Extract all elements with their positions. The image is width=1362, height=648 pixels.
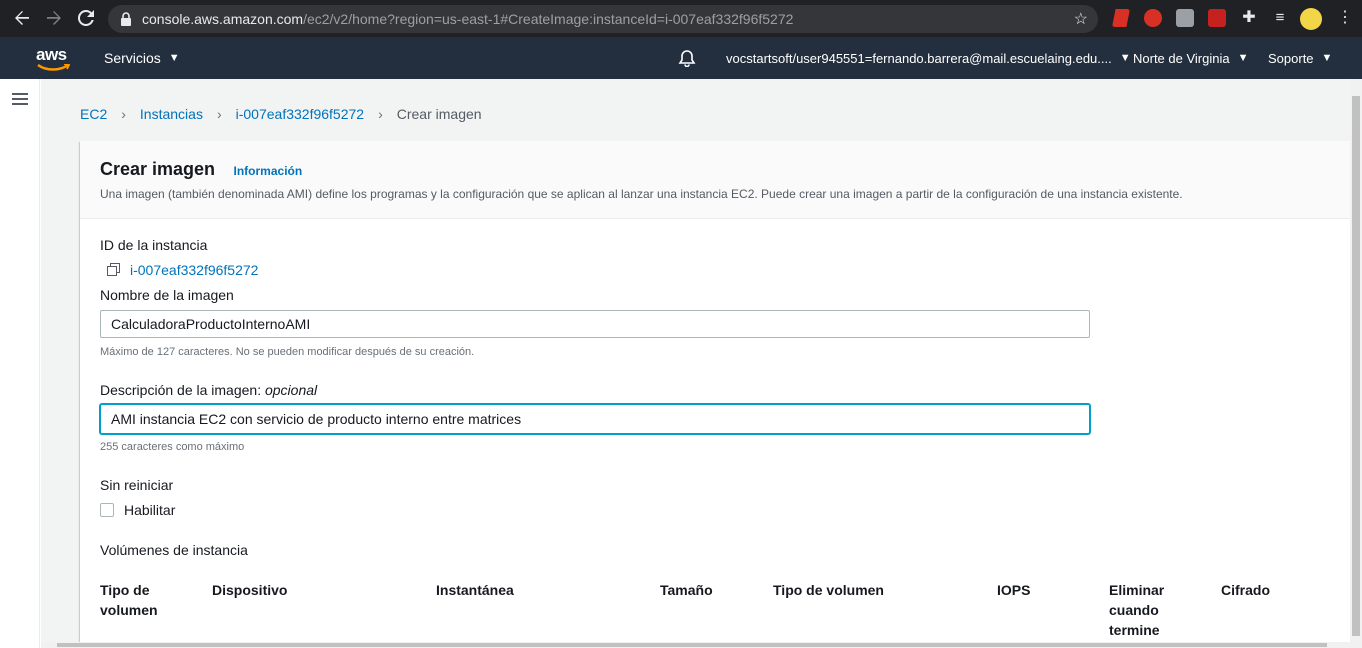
volumes-label: Volúmenes de instancia — [100, 542, 248, 558]
address-bar[interactable]: console.aws.amazon.com/ec2/v2/home?regio… — [108, 5, 1098, 33]
panel-header: Crear imagen Información Una imagen (tam… — [80, 141, 1350, 219]
description-input[interactable] — [100, 404, 1090, 434]
side-navigation-rail — [0, 79, 40, 648]
breadcrumb-instances[interactable]: Instancias — [140, 106, 203, 122]
no-reboot-checkbox-row[interactable]: Habilitar — [100, 502, 175, 518]
instance-id-row: i-007eaf332f96f5272 — [107, 262, 258, 278]
vertical-scrollbar[interactable] — [1350, 79, 1362, 648]
breadcrumb-ec2[interactable]: EC2 — [80, 106, 107, 122]
column-header-snapshot: Instantánea — [436, 582, 514, 598]
browser-toolbar: console.aws.amazon.com/ec2/v2/home?regio… — [0, 0, 1362, 37]
support-menu[interactable]: Soporte ▼ — [1268, 37, 1332, 79]
no-reboot-checkbox[interactable] — [100, 503, 114, 517]
page-description: Una imagen (también denominada AMI) defi… — [100, 187, 1183, 201]
column-header-encrypted: Cifrado — [1221, 582, 1270, 598]
description-label: Descripción de la imagen: opcional — [100, 382, 318, 398]
description-hint: 255 caracteres como máximo — [100, 441, 245, 453]
column-header-volume-type: Tipo de volumen — [100, 582, 158, 618]
extensions-icon[interactable]: ✚ — [1240, 9, 1258, 27]
breadcrumb: EC2 › Instancias › i-007eaf332f96f5272 ›… — [80, 106, 482, 122]
extension-icon[interactable] — [1176, 9, 1194, 27]
bell-icon[interactable] — [678, 37, 696, 79]
no-reboot-label: Sin reiniciar — [100, 477, 174, 493]
caret-down-icon: ▼ — [1119, 52, 1131, 64]
account-menu[interactable]: vocstartsoft/user945551=fernando.barrera… — [726, 37, 1131, 79]
horizontal-scrollbar[interactable] — [41, 642, 1350, 648]
chevron-right-icon: › — [378, 106, 383, 122]
instance-id-link[interactable]: i-007eaf332f96f5272 — [130, 262, 258, 278]
vertical-scroll-thumb[interactable] — [1352, 96, 1360, 636]
aws-top-nav: aws Servicios ▼ vocstartsoft/user945551=f… — [0, 37, 1362, 79]
region-menu[interactable]: Norte de Virginia ▼ — [1133, 37, 1248, 79]
image-name-label: Nombre de la imagen — [100, 287, 234, 303]
chevron-right-icon: › — [121, 106, 126, 122]
caret-down-icon: ▼ — [1321, 52, 1333, 64]
forward-icon[interactable] — [39, 3, 69, 33]
media-icon[interactable]: ≡ — [1271, 9, 1289, 27]
create-image-panel: Crear imagen Información Una imagen (tam… — [80, 141, 1350, 648]
image-name-input[interactable] — [100, 310, 1090, 338]
lock-icon — [121, 12, 131, 26]
services-menu[interactable]: Servicios ▼ — [104, 37, 180, 79]
column-header-volume-type-2: Tipo de volumen — [773, 582, 884, 598]
extension-icon[interactable] — [1208, 9, 1226, 27]
info-link[interactable]: Información — [234, 164, 303, 178]
aws-logo[interactable]: aws — [36, 45, 72, 71]
no-reboot-option-label: Habilitar — [124, 502, 176, 518]
instance-id-label: ID de la instancia — [100, 237, 208, 253]
column-header-delete-on-termination: Eliminar cuando termine — [1109, 582, 1165, 638]
column-header-size: Tamaño — [660, 582, 713, 598]
column-header-device: Dispositivo — [212, 582, 288, 598]
hamburger-menu-icon[interactable] — [12, 93, 28, 106]
breadcrumb-instance-id[interactable]: i-007eaf332f96f5272 — [236, 106, 364, 122]
chevron-right-icon: › — [216, 106, 222, 122]
main-content: EC2 › Instancias › i-007eaf332f96f5272 ›… — [41, 79, 1350, 648]
extension-icon[interactable] — [1112, 9, 1130, 27]
reload-icon[interactable] — [71, 3, 101, 33]
back-icon[interactable] — [7, 3, 37, 33]
column-header-iops: IOPS — [997, 582, 1031, 598]
page-title: Crear imagen — [100, 159, 216, 179]
profile-avatar[interactable] — [1300, 8, 1322, 30]
url-text: console.aws.amazon.com/ec2/v2/home?regio… — [142, 11, 794, 27]
copy-icon[interactable] — [107, 263, 121, 277]
star-icon[interactable]: ☆ — [1074, 9, 1088, 29]
optional-tag: opcional — [264, 382, 318, 398]
caret-down-icon: ▼ — [1237, 52, 1249, 64]
image-name-hint: Máximo de 127 caracteres. No se pueden m… — [100, 346, 475, 358]
menu-icon[interactable]: ⋮ — [1336, 9, 1354, 27]
horizontal-scroll-thumb[interactable] — [57, 643, 1327, 647]
caret-down-icon: ▼ — [168, 52, 180, 64]
extension-icon[interactable] — [1144, 9, 1162, 27]
breadcrumb-current: Crear imagen — [396, 106, 482, 122]
